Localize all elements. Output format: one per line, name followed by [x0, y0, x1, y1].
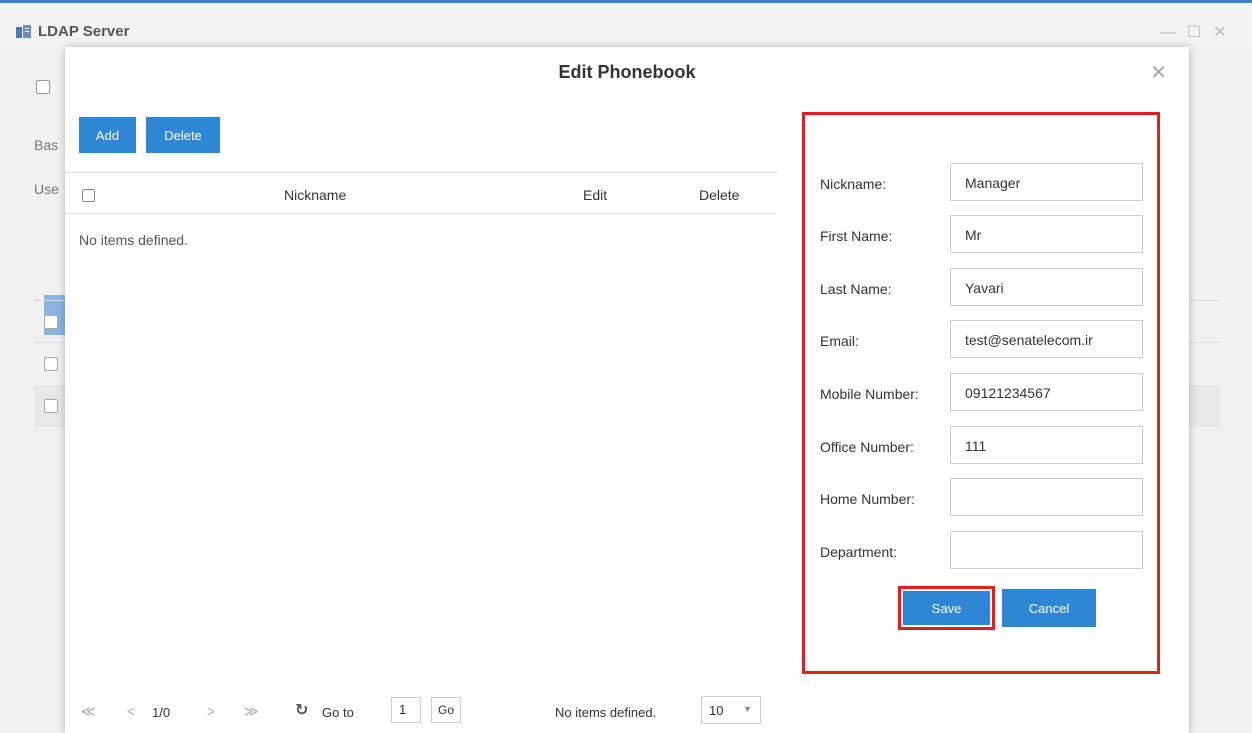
nickname-field[interactable]: Manager	[950, 163, 1143, 201]
background-checkbox	[36, 80, 50, 94]
window-titlebar: LDAP Server — ☐ ✕	[0, 3, 1252, 47]
chevron-down-icon: ▼	[743, 704, 752, 714]
background-row-checkbox	[44, 357, 58, 371]
goto-page-input[interactable]: 1	[391, 697, 421, 723]
previous-page-icon[interactable]: <	[127, 703, 135, 719]
refresh-icon[interactable]: ↻	[295, 700, 308, 720]
last-name-field[interactable]: Yavari	[950, 268, 1143, 306]
next-page-icon[interactable]: >	[207, 703, 215, 719]
email-label: Email:	[820, 333, 859, 349]
minimize-icon[interactable]: —	[1160, 25, 1176, 41]
phonebook-entry-form: Nickname: Manager First Name: Mr Last Na…	[802, 112, 1160, 674]
dialog-close-icon[interactable]: ✕	[1150, 63, 1167, 83]
column-header-nickname: Nickname	[284, 187, 347, 203]
save-button[interactable]: Save	[903, 591, 990, 625]
column-header-delete: Delete	[699, 187, 740, 203]
window-title: LDAP Server	[38, 23, 130, 40]
department-label: Department:	[820, 544, 898, 560]
delete-button[interactable]: Delete	[146, 117, 220, 153]
page-size-value: 10	[709, 703, 724, 718]
email-field[interactable]: test@senatelecom.ir	[950, 320, 1143, 358]
background-label-user: Use	[34, 181, 59, 197]
select-all-checkbox[interactable]	[82, 189, 95, 202]
column-header-edit: Edit	[583, 187, 608, 203]
home-number-field[interactable]	[950, 478, 1143, 516]
background-row-checkbox	[44, 399, 58, 413]
nickname-label: Nickname:	[820, 176, 887, 192]
pagination-status: No items defined.	[555, 705, 657, 720]
go-button[interactable]: Go	[431, 697, 461, 723]
page-info: 1/0	[152, 705, 171, 720]
background-row-checkbox	[44, 315, 58, 329]
goto-label: Go to	[322, 705, 354, 720]
last-page-icon[interactable]: ≫	[244, 703, 259, 720]
ldap-server-icon	[16, 25, 31, 38]
first-name-label: First Name:	[820, 228, 893, 244]
table-header-bottom-border	[65, 213, 777, 214]
first-name-field[interactable]: Mr	[950, 215, 1143, 253]
background-label-base: Bas	[34, 137, 59, 153]
mobile-number-label: Mobile Number:	[820, 386, 919, 402]
add-button[interactable]: Add	[79, 117, 136, 153]
cancel-button[interactable]: Cancel	[1002, 589, 1096, 627]
close-icon[interactable]: ✕	[1212, 25, 1228, 41]
edit-phonebook-dialog: Edit Phonebook ✕ Add Delete Nickname Edi…	[65, 47, 1189, 733]
maximize-icon[interactable]: ☐	[1186, 25, 1202, 41]
department-field[interactable]	[950, 531, 1143, 569]
office-number-field[interactable]: 111	[950, 426, 1143, 464]
mobile-number-field[interactable]: 09121234567	[950, 373, 1143, 411]
table-empty-message: No items defined.	[79, 232, 188, 248]
dialog-title: Edit Phonebook	[558, 62, 696, 82]
last-name-label: Last Name:	[820, 281, 892, 297]
office-number-label: Office Number:	[820, 439, 914, 455]
table-header-top-border	[65, 172, 777, 173]
home-number-label: Home Number:	[820, 491, 915, 507]
first-page-icon[interactable]: ≪	[81, 703, 96, 720]
page-size-select[interactable]: 10 ▼	[701, 696, 761, 724]
